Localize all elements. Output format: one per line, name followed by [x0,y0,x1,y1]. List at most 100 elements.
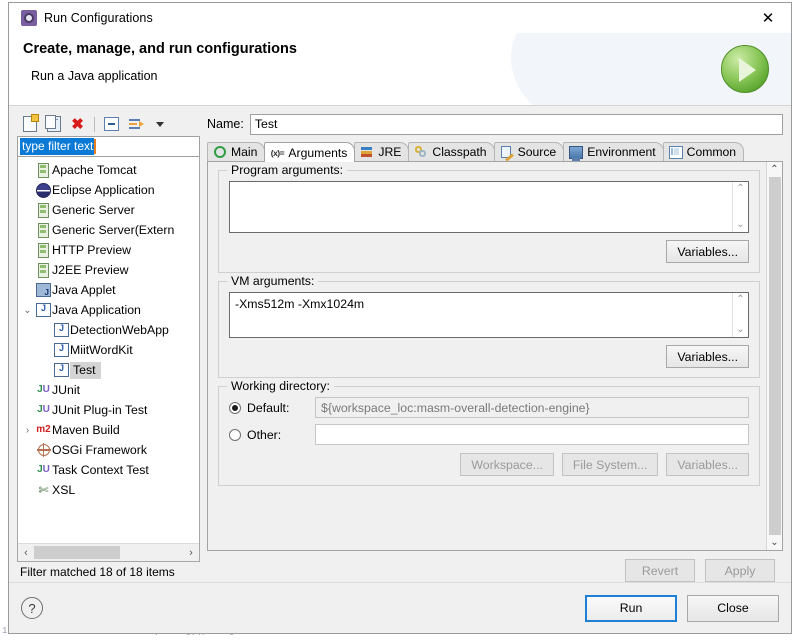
tree-item[interactable]: HTTP Preview [18,240,199,260]
arguments-tab-icon: (x)= [270,147,285,158]
delete-configuration-button[interactable]: ✖ [68,115,87,134]
server-icon [35,162,52,178]
other-radio[interactable] [229,428,241,441]
file-system-button[interactable]: File System... [561,453,659,476]
working-directory-buttons: Workspace... File System... Variables... [229,453,749,476]
search-input[interactable]: type filter text [17,136,200,157]
collapse-all-button[interactable] [102,115,121,134]
tab-content-scrollbar[interactable]: ⌃ ⌄ [766,162,782,550]
other-directory-input[interactable] [315,424,749,445]
configuration-editor: Name: Test Main (x)= Arguments JRE Classpath… [207,112,783,582]
xsl-icon: ✄ [38,483,49,497]
tab-label: Classpath [432,145,487,159]
tab-label: Main [231,145,258,159]
chevron-up-icon[interactable]: ⌃ [736,184,744,194]
tree-item[interactable]: ✄ XSL [18,480,199,500]
scroll-left-icon[interactable]: ‹ [18,547,34,559]
tab-bar: Main (x)= Arguments JRE Classpath Source Envir… [207,141,783,162]
tree-item[interactable]: JU JUnit Plug-in Test [18,400,199,420]
tree-item-label: XSL [52,482,76,497]
osgi-icon [35,443,52,457]
tab-label: Source [517,145,557,159]
banner-heading: Create, manage, and run configurations [23,41,297,57]
program-arguments-label: Program arguments: [227,163,348,177]
tree-item[interactable]: OSGi Framework [18,440,199,460]
tree-item-label: Java Application [52,302,141,317]
chevron-down-icon[interactable]: ⌄ [20,305,35,316]
vm-arguments-scrollbar[interactable]: ⌃ ⌄ [732,293,748,337]
tab-common[interactable]: Common [662,142,745,161]
tree-item[interactable]: Generic Server(Extern [18,220,199,240]
configurations-panel: ✖ type filter text Apache Tomcat Eclipse … [17,112,200,582]
chevron-down-icon[interactable]: ⌄ [736,220,744,230]
tree-item[interactable]: Generic Server [18,200,199,220]
tree-item-label: Eclipse Application [52,182,155,197]
tree-item[interactable]: Eclipse Application [18,180,199,200]
scroll-thumb[interactable] [34,546,121,559]
configurations-tree[interactable]: Apache Tomcat Eclipse Application Generic … [17,157,200,562]
default-label: Default: [247,400,290,415]
help-icon[interactable]: ? [21,597,43,619]
filter-text-value: type filter text [20,138,95,155]
program-arguments-input[interactable]: ⌃ ⌄ [229,181,749,233]
chevron-up-icon[interactable]: ⌃ [770,164,778,175]
vm-variables-button[interactable]: Variables... [666,345,749,368]
tree-item[interactable]: Java Applet [18,280,199,300]
tab-source[interactable]: Source [493,142,565,161]
scroll-thumb[interactable] [768,177,781,535]
revert-button[interactable]: Revert [625,559,695,582]
classpath-tab-icon [414,146,428,159]
tab-arguments[interactable]: (x)= Arguments [264,142,356,162]
scroll-right-icon[interactable]: › [183,547,199,559]
chevron-right-icon[interactable]: › [20,425,35,436]
vm-arguments-button-row: Variables... [229,345,749,368]
tree-item[interactable]: MiitWordKit [18,340,199,360]
scroll-track[interactable] [34,546,183,559]
chevron-down-icon[interactable]: ⌄ [770,537,778,548]
program-arguments-value [230,182,732,232]
tree-item-label: Test [70,361,101,379]
run-configurations-dialog: Run Configurations ✕ Create, manage, and… [8,2,792,634]
view-menu-button[interactable] [150,115,169,134]
vm-arguments-input[interactable]: -Xms512m -Xmx1024m ⌃ ⌄ [229,292,749,338]
tab-main[interactable]: Main [207,142,266,161]
default-radio[interactable] [229,401,241,414]
tree-item[interactable]: JU Task Context Test [18,460,199,480]
run-button[interactable]: Run [585,594,677,622]
workspace-button[interactable]: Workspace... [460,453,554,476]
tab-jre[interactable]: JRE [354,142,410,161]
tree-item[interactable]: › m2 Maven Build [18,420,199,440]
filter-configurations-button[interactable] [126,115,145,134]
close-button[interactable]: Close [687,594,779,622]
tab-environment[interactable]: Environment [563,142,664,161]
tree-item[interactable]: JU JUnit [18,380,199,400]
tree-item[interactable]: ⌄ Java Application [18,300,199,320]
new-configuration-button[interactable] [20,114,39,134]
program-arguments-scrollbar[interactable]: ⌃ ⌄ [732,182,748,232]
chevron-down-icon[interactable]: ⌄ [736,325,744,335]
tree-item[interactable]: J2EE Preview [18,260,199,280]
tree-item-label: JUnit Plug-in Test [52,402,148,417]
collapse-all-icon [104,117,119,131]
tab-classpath[interactable]: Classpath [408,142,495,161]
tree-item[interactable]: Test [18,360,199,380]
run-configurations-icon [21,10,37,26]
chevron-up-icon[interactable]: ⌃ [736,295,744,305]
program-variables-button[interactable]: Variables... [666,240,749,263]
apply-button[interactable]: Apply [705,559,775,582]
working-directory-variables-button[interactable]: Variables... [666,453,749,476]
vm-arguments-value: -Xms512m -Xmx1024m [235,297,365,311]
filter-arrow-icon [128,118,144,131]
name-input[interactable]: Test [249,113,783,135]
maven-icon: m2 [36,424,51,435]
duplicate-configuration-button[interactable] [44,115,63,134]
tree-item-label: Java Applet [52,282,116,297]
tree-horizontal-scrollbar[interactable]: ‹ › [18,543,199,561]
close-icon[interactable]: ✕ [745,3,791,33]
tree-rows: Apache Tomcat Eclipse Application Generic … [18,157,199,543]
tree-item[interactable]: Apache Tomcat [18,160,199,180]
tree-item[interactable]: DetectionWebApp [18,320,199,340]
tab-label: Common [686,145,737,159]
tab-content-arguments: Program arguments: ⌃ ⌄ Variables... VM a… [207,162,783,551]
tree-item-label: Task Context Test [52,462,149,477]
